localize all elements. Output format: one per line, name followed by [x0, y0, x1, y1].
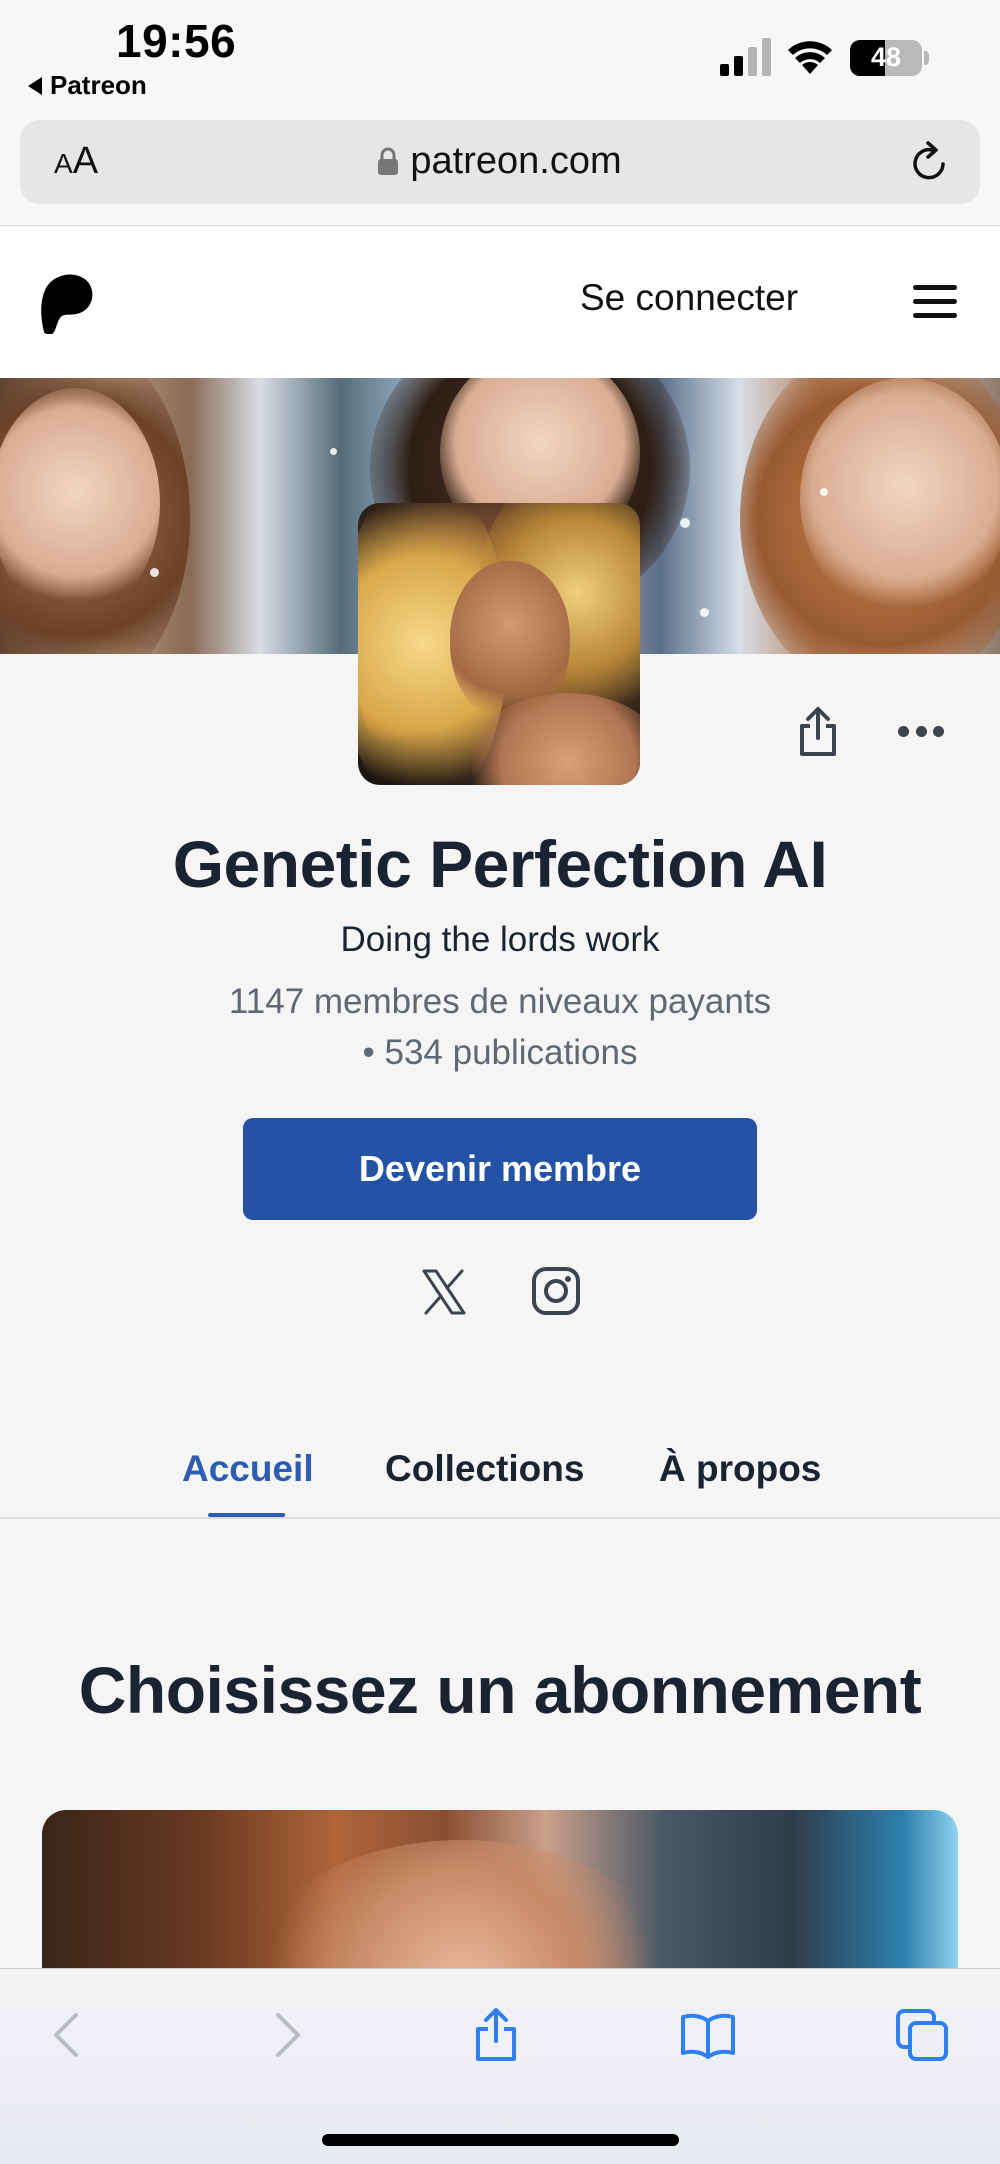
back-to-app-link[interactable]: Patreon — [28, 70, 147, 101]
creator-name: Genetic Perfection AI — [172, 827, 828, 901]
login-link[interactable]: Se connecter — [580, 277, 798, 319]
profile-tabs: Accueil Collections À propos — [0, 1448, 1000, 1520]
posts-stat: • 534 publications — [362, 1033, 638, 1072]
wifi-icon — [788, 41, 832, 74]
back-arrow-icon[interactable] — [40, 2007, 96, 2063]
join-button[interactable]: Devenir membre — [243, 1118, 757, 1220]
back-app-label: Patreon — [50, 70, 147, 100]
site-header: Se connecter — [0, 227, 1000, 378]
tabs-icon[interactable] — [894, 2007, 950, 2063]
back-triangle-icon — [28, 76, 42, 95]
battery-indicator: 48 — [850, 40, 922, 76]
instagram-icon[interactable] — [531, 1266, 581, 1316]
more-icon[interactable] — [898, 726, 944, 738]
status-bar: 19:56 Patreon 48 — [0, 0, 1000, 112]
section-title: Choisissez un abonnement — [78, 1653, 922, 1727]
browser-address-area: AA patreon.com — [0, 112, 1000, 226]
members-stat: 1147 membres de niveaux payants — [228, 982, 772, 1021]
forward-arrow-icon[interactable] — [258, 2007, 314, 2063]
x-twitter-icon[interactable] — [420, 1268, 468, 1316]
tab-a-propos[interactable]: À propos — [659, 1448, 821, 1490]
tab-accueil[interactable]: Accueil — [182, 1448, 314, 1490]
patreon-logo[interactable] — [38, 272, 94, 334]
status-time: 19:56 — [116, 15, 237, 67]
reload-icon[interactable] — [910, 140, 950, 184]
creator-avatar — [358, 503, 640, 785]
tab-collections[interactable]: Collections — [385, 1448, 584, 1490]
lock-icon — [378, 147, 399, 175]
creator-tagline: Doing the lords work — [340, 920, 660, 959]
menu-icon[interactable] — [913, 285, 957, 319]
battery-percent: 48 — [870, 42, 902, 72]
home-indicator[interactable] — [322, 2134, 679, 2146]
tabs-divider — [0, 1517, 1000, 1519]
url-display[interactable]: patreon.com — [20, 140, 980, 183]
url-text: patreon.com — [410, 140, 622, 182]
browser-toolbar — [0, 1968, 1000, 2164]
share-icon[interactable] — [796, 706, 840, 758]
signal-icon — [720, 38, 771, 76]
safari-share-icon[interactable] — [468, 2007, 524, 2063]
address-bar[interactable]: AA patreon.com — [20, 120, 980, 204]
bookmarks-icon[interactable] — [680, 2007, 736, 2063]
battery-tip — [924, 51, 929, 65]
